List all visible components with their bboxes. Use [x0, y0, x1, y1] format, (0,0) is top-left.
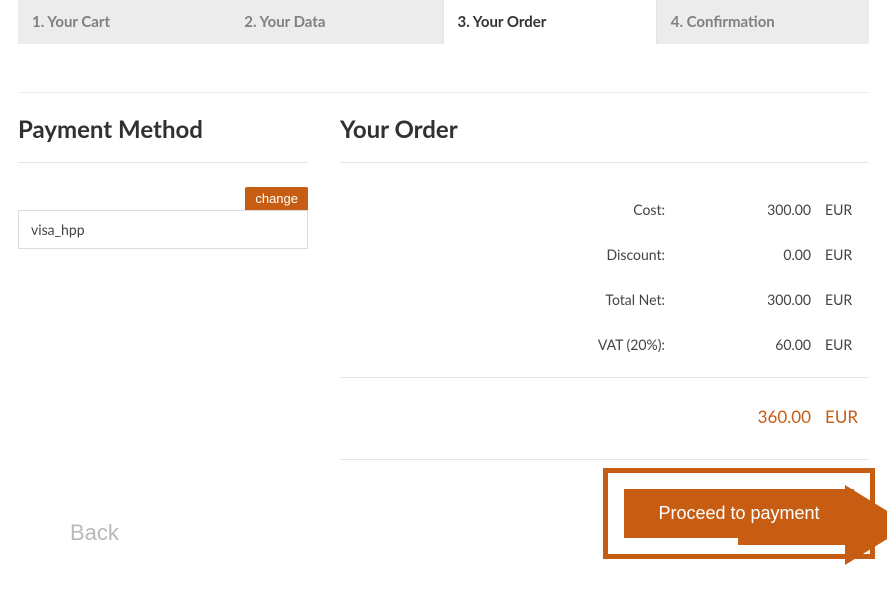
divider	[340, 377, 869, 378]
order-total-currency: EUR	[825, 406, 869, 427]
tab-confirmation[interactable]: 4. Confirmation	[657, 0, 869, 44]
divider	[18, 92, 869, 93]
order-row-amount: 300.00	[685, 291, 825, 308]
proceed-to-payment-button[interactable]: Proceed to payment	[624, 489, 854, 538]
order-row-currency: EUR	[825, 246, 869, 263]
change-payment-button[interactable]: change	[245, 187, 308, 210]
order-total-amount: 360.00	[685, 406, 825, 427]
order-row-label: Discount:	[340, 246, 685, 263]
checkout-tabs: 1. Your Cart 2. Your Data 3. Your Order …	[18, 0, 869, 44]
order-row-vat: VAT (20%): 60.00 EUR	[340, 322, 869, 367]
payment-method-value: visa_hpp	[18, 210, 308, 249]
order-row-amount: 300.00	[685, 201, 825, 218]
tab-your-order[interactable]: 3. Your Order	[443, 0, 657, 44]
order-row-cost: Cost: 300.00 EUR	[340, 187, 869, 232]
order-row-amount: 0.00	[685, 246, 825, 263]
proceed-highlight-box: Proceed to payment	[603, 468, 875, 559]
tab-your-cart[interactable]: 1. Your Cart	[18, 0, 230, 44]
back-button[interactable]: Back	[64, 512, 125, 554]
order-row-total: 360.00 EUR	[340, 384, 869, 449]
order-row-currency: EUR	[825, 201, 869, 218]
order-row-currency: EUR	[825, 291, 869, 308]
divider	[340, 459, 869, 460]
tab-your-data[interactable]: 2. Your Data	[230, 0, 442, 44]
payment-method-heading: Payment Method	[18, 115, 308, 144]
order-row-label: VAT (20%):	[340, 336, 685, 353]
divider	[18, 162, 308, 163]
order-row-total-net: Total Net: 300.00 EUR	[340, 277, 869, 322]
order-row-label: Cost:	[340, 201, 685, 218]
order-row-label: Total Net:	[340, 291, 685, 308]
order-row-amount: 60.00	[685, 336, 825, 353]
your-order-heading: Your Order	[340, 115, 869, 144]
order-summary-table: Cost: 300.00 EUR Discount: 0.00 EUR Tota…	[340, 187, 869, 460]
divider	[340, 162, 869, 163]
order-row-discount: Discount: 0.00 EUR	[340, 232, 869, 277]
order-row-currency: EUR	[825, 336, 869, 353]
